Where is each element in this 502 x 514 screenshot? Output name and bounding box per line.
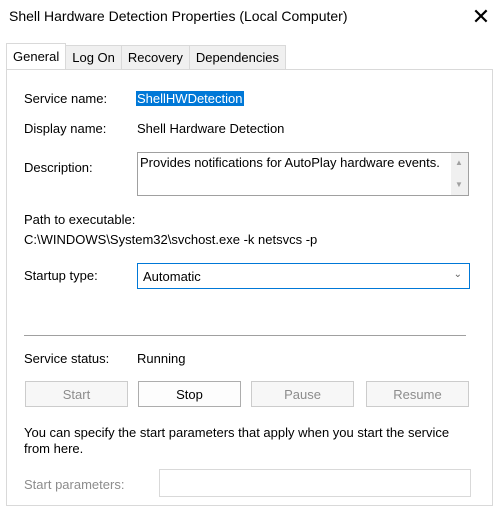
- service-status-label: Service status:: [24, 351, 110, 366]
- description-text: Provides notifications for AutoPlay hard…: [140, 155, 440, 170]
- tab-log-on[interactable]: Log On: [65, 45, 122, 69]
- start-parameters-input[interactable]: [159, 469, 471, 497]
- startup-type-value: Automatic: [143, 269, 201, 284]
- resume-button[interactable]: Resume: [366, 381, 469, 407]
- chevron-down-icon: ⌄: [453, 269, 462, 280]
- tab-dependencies[interactable]: Dependencies: [188, 45, 286, 69]
- window-title: Shell Hardware Detection Properties (Loc…: [9, 8, 348, 24]
- service-status-value: Running: [137, 351, 186, 366]
- tab-recovery[interactable]: Recovery: [120, 45, 190, 69]
- display-name-label: Display name:: [24, 121, 107, 136]
- display-name-value[interactable]: Shell Hardware Detection: [137, 121, 284, 136]
- description-scrollbar[interactable]: ▲ ▼: [451, 153, 468, 195]
- service-name-value[interactable]: ShellHWDetection: [136, 91, 244, 106]
- description-label: Description:: [24, 160, 93, 175]
- tab-general[interactable]: General: [6, 43, 67, 69]
- pause-button[interactable]: Pause: [251, 381, 354, 407]
- close-icon: ✕: [471, 4, 491, 29]
- divider: [24, 335, 466, 336]
- stop-button[interactable]: Stop: [138, 381, 241, 407]
- scroll-up-icon[interactable]: ▲: [455, 158, 463, 167]
- path-label: Path to executable:: [24, 212, 136, 227]
- startup-type-label: Startup type:: [24, 268, 98, 283]
- service-name-text: ShellHWDetection: [136, 91, 244, 106]
- tab-strip: General Log On Recovery Dependencies: [6, 43, 286, 69]
- start-parameters-label: Start parameters:: [24, 477, 125, 492]
- path-value[interactable]: C:\WINDOWS\System32\svchost.exe -k netsv…: [24, 232, 317, 247]
- description-textbox[interactable]: Provides notifications for AutoPlay hard…: [137, 152, 469, 196]
- scroll-down-icon[interactable]: ▼: [455, 180, 463, 189]
- startup-type-select[interactable]: Automatic ⌄: [137, 263, 470, 289]
- service-name-label: Service name:: [24, 91, 108, 106]
- start-parameters-hint: You can specify the start parameters tha…: [24, 425, 450, 456]
- title-bar: Shell Hardware Detection Properties (Loc…: [0, 0, 502, 36]
- close-button[interactable]: ✕: [460, 0, 502, 34]
- start-button[interactable]: Start: [25, 381, 128, 407]
